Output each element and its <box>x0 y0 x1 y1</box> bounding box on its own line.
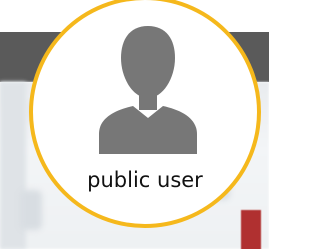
background-blur-shape <box>20 190 42 230</box>
background-side-tab <box>241 210 261 249</box>
user-silhouette-icon <box>99 26 197 154</box>
screenshot-canvas: public user <box>0 0 269 249</box>
public-user-badge[interactable]: public user <box>29 0 261 228</box>
user-role-label: public user <box>87 168 203 192</box>
